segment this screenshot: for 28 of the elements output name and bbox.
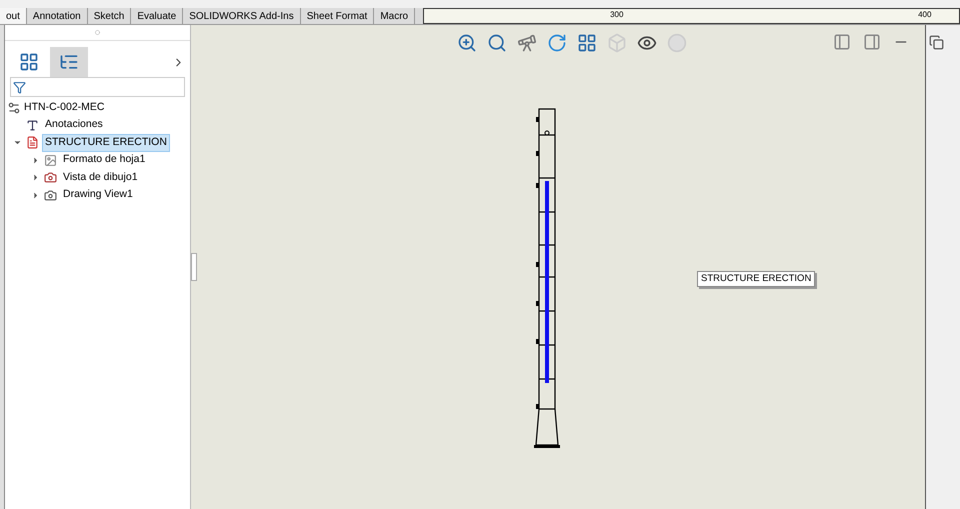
tree-item[interactable]: HTN-C-002-MEC (24, 100, 105, 116)
tree-item[interactable]: Formato de hoja1 (60, 151, 148, 170)
restore-icon[interactable] (929, 35, 944, 50)
tree-item[interactable]: Vista de dibujo1 (60, 168, 141, 187)
panel-right-icon[interactable] (863, 33, 881, 51)
tree-item[interactable]: STRUCTURE ERECTION (42, 134, 170, 152)
filter-field[interactable] (10, 77, 185, 97)
grip-icon[interactable] (95, 30, 100, 35)
telescope-icon[interactable] (517, 33, 537, 53)
tree-item[interactable]: Drawing View1 (60, 186, 136, 204)
view-layout-icon[interactable] (577, 33, 597, 53)
drawing-view-icon (44, 188, 57, 202)
zoom-area-icon[interactable] (487, 33, 507, 53)
panel-left-icon[interactable] (833, 33, 851, 51)
rotate-icon[interactable] (547, 33, 567, 53)
tree-item[interactable]: Anotaciones (42, 116, 106, 134)
collapse-handle[interactable] (191, 253, 197, 281)
feature-tree-tab[interactable] (50, 47, 88, 77)
zoom-icon[interactable] (457, 33, 477, 53)
sheet-format-icon (44, 154, 57, 167)
drawing-view-icon (44, 171, 57, 184)
ruler-label: 300 (610, 9, 624, 21)
tab[interactable]: out (0, 8, 27, 24)
grid-icon (19, 52, 39, 72)
sheet-tooltip: STRUCTURE ERECTION (697, 271, 816, 288)
ruler-label: 400 (918, 9, 932, 21)
sheet-icon (26, 136, 39, 150)
filter-icon (13, 80, 26, 94)
